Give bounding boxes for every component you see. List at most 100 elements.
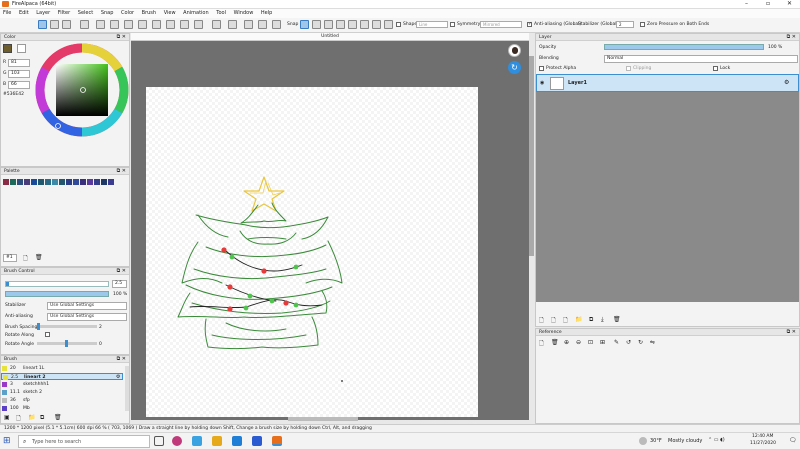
select-eraser-tool-icon[interactable]: [194, 20, 203, 29]
b-input[interactable]: 66: [8, 81, 30, 89]
firealpaca-taskbar-icon[interactable]: [272, 436, 282, 446]
task-view-icon[interactable]: [154, 436, 164, 446]
palette-swatch[interactable]: [59, 179, 65, 185]
maximize-icon[interactable]: ▫: [766, 0, 770, 7]
drawing-paper[interactable]: [146, 87, 478, 417]
shape-select[interactable]: Line: [416, 21, 448, 28]
palette-swatch[interactable]: [66, 179, 72, 185]
menu-edit[interactable]: Edit: [16, 9, 32, 17]
palette-swatch[interactable]: [80, 179, 86, 185]
rotate-left-icon[interactable]: ↺: [626, 339, 631, 346]
fit-icon[interactable]: ⊡: [588, 339, 593, 346]
symmetry-select[interactable]: Mirrored: [480, 21, 522, 28]
stabilizer-select[interactable]: Use Global Settings: [47, 302, 127, 310]
close-icon[interactable]: ✕: [787, 0, 792, 7]
antialias-checkbox[interactable]: [527, 21, 532, 27]
weather-text[interactable]: Mostly cloudy: [668, 438, 702, 444]
minimize-icon[interactable]: –: [745, 0, 748, 7]
folder-brush-icon[interactable]: 📁: [28, 414, 35, 421]
snap-settings-icon[interactable]: [384, 20, 393, 29]
menu-tool[interactable]: Tool: [213, 9, 229, 17]
magic-wand-tool-icon[interactable]: [166, 20, 175, 29]
brush-list-scrollbar[interactable]: [125, 366, 129, 411]
divide-tool-icon[interactable]: [228, 20, 237, 29]
g-input[interactable]: 103: [8, 70, 30, 78]
new-palette-icon[interactable]: 🗋: [23, 254, 28, 264]
snap-circle-icon[interactable]: [360, 20, 369, 29]
new-layer-icon[interactable]: 🗋: [539, 316, 544, 326]
palette-swatch[interactable]: [101, 179, 107, 185]
select-tool-icon[interactable]: [138, 20, 147, 29]
brush-size-slider[interactable]: [5, 281, 109, 287]
move-tool-icon[interactable]: [80, 20, 89, 29]
r-input[interactable]: 81: [8, 59, 30, 67]
fill-rect-tool-icon[interactable]: [96, 20, 105, 29]
rotate-right-icon[interactable]: ↻: [638, 339, 643, 346]
menu-file[interactable]: File: [0, 9, 14, 17]
notification-icon[interactable]: 🗨: [789, 437, 797, 444]
canvas-tab[interactable]: Untitled: [131, 33, 529, 41]
menu-brush[interactable]: Brush: [139, 9, 159, 17]
zoom-out-icon[interactable]: ⊖: [576, 339, 581, 346]
clock-date[interactable]: 11/27/2020: [750, 441, 776, 446]
palette-swatch[interactable]: [24, 179, 30, 185]
eyedropper-tool-icon[interactable]: [244, 20, 253, 29]
color-wheel[interactable]: [34, 42, 130, 138]
snap-off-icon[interactable]: [300, 20, 309, 29]
eraser-tool-icon[interactable]: [50, 20, 59, 29]
palette-swatch[interactable]: [38, 179, 44, 185]
text-tool-icon[interactable]: [212, 20, 221, 29]
antialias-select[interactable]: Use Global Settings: [47, 313, 127, 321]
blending-select[interactable]: Normal: [604, 55, 798, 63]
brush-item[interactable]: 3 sketchhhh1: [1, 381, 123, 388]
start-icon[interactable]: ⊞: [3, 436, 13, 446]
brush-item[interactable]: 100 Mb: [1, 405, 123, 411]
palette-swatch[interactable]: [73, 179, 79, 185]
brush-item[interactable]: 36 sfp: [1, 397, 123, 404]
brush-item-selected[interactable]: 2.5 lineart 2 ⚙: [1, 373, 123, 380]
panel-close-icon[interactable]: ⧉ ✕: [787, 329, 796, 335]
panel-close-icon[interactable]: ⧉ ✕: [117, 168, 126, 174]
delete-reference-icon[interactable]: 🗑: [551, 339, 559, 346]
eyedropper-icon[interactable]: ✎: [614, 339, 619, 346]
dot-tool-icon[interactable]: [62, 20, 71, 29]
clipping-checkbox[interactable]: [626, 66, 631, 71]
rotate-angle-slider[interactable]: [37, 340, 97, 347]
weather-temp[interactable]: 30°F: [650, 438, 662, 444]
merge-layer-icon[interactable]: ⤓: [601, 316, 604, 324]
panel-close-icon[interactable]: ⧉ ✕: [117, 34, 126, 40]
snap-parallel-icon[interactable]: [312, 20, 321, 29]
fill-tool-icon[interactable]: [110, 20, 119, 29]
secondary-color-swatch[interactable]: [17, 44, 26, 53]
menu-window[interactable]: Window: [231, 9, 257, 17]
new-8bit-layer-icon[interactable]: 🗋: [551, 316, 556, 326]
menu-filter[interactable]: Filter: [55, 9, 73, 17]
palette-swatch[interactable]: [87, 179, 93, 185]
zoom-in-icon[interactable]: ⊕: [564, 339, 569, 346]
select-pen-tool-icon[interactable]: [180, 20, 189, 29]
avatar-icon[interactable]: [508, 44, 521, 57]
palette-swatch[interactable]: [45, 179, 51, 185]
delete-brush-icon[interactable]: 🗑: [54, 414, 62, 421]
duplicate-layer-icon[interactable]: ⧉: [589, 316, 593, 324]
panel-close-icon[interactable]: ⧉ ✕: [117, 356, 126, 362]
clock-time[interactable]: 12:40 AM: [752, 434, 773, 439]
new-brush-icon[interactable]: ▣: [4, 414, 10, 421]
palette-swatch[interactable]: [108, 179, 114, 185]
symmetry-checkbox[interactable]: [450, 22, 455, 27]
stabilizer-select[interactable]: 2: [616, 21, 634, 28]
primary-color-swatch[interactable]: [3, 44, 12, 53]
palette-swatch[interactable]: [3, 179, 9, 185]
canvas-horizontal-scrollbar[interactable]: [288, 417, 358, 421]
protect-alpha-checkbox[interactable]: [539, 66, 544, 71]
menu-select[interactable]: Select: [75, 9, 96, 17]
menu-layer[interactable]: Layer: [33, 9, 53, 17]
panel-close-icon[interactable]: ⧉ ✕: [117, 268, 126, 274]
snap-radial-icon[interactable]: [348, 20, 357, 29]
zero-pressure-checkbox[interactable]: [640, 22, 645, 27]
palette-swatch[interactable]: [10, 179, 16, 185]
rotate-tool-icon[interactable]: [272, 20, 281, 29]
brush-spacing-slider[interactable]: [37, 323, 97, 330]
file-explorer-taskbar-icon[interactable]: [212, 436, 222, 446]
share-icon[interactable]: ↻: [508, 61, 521, 74]
